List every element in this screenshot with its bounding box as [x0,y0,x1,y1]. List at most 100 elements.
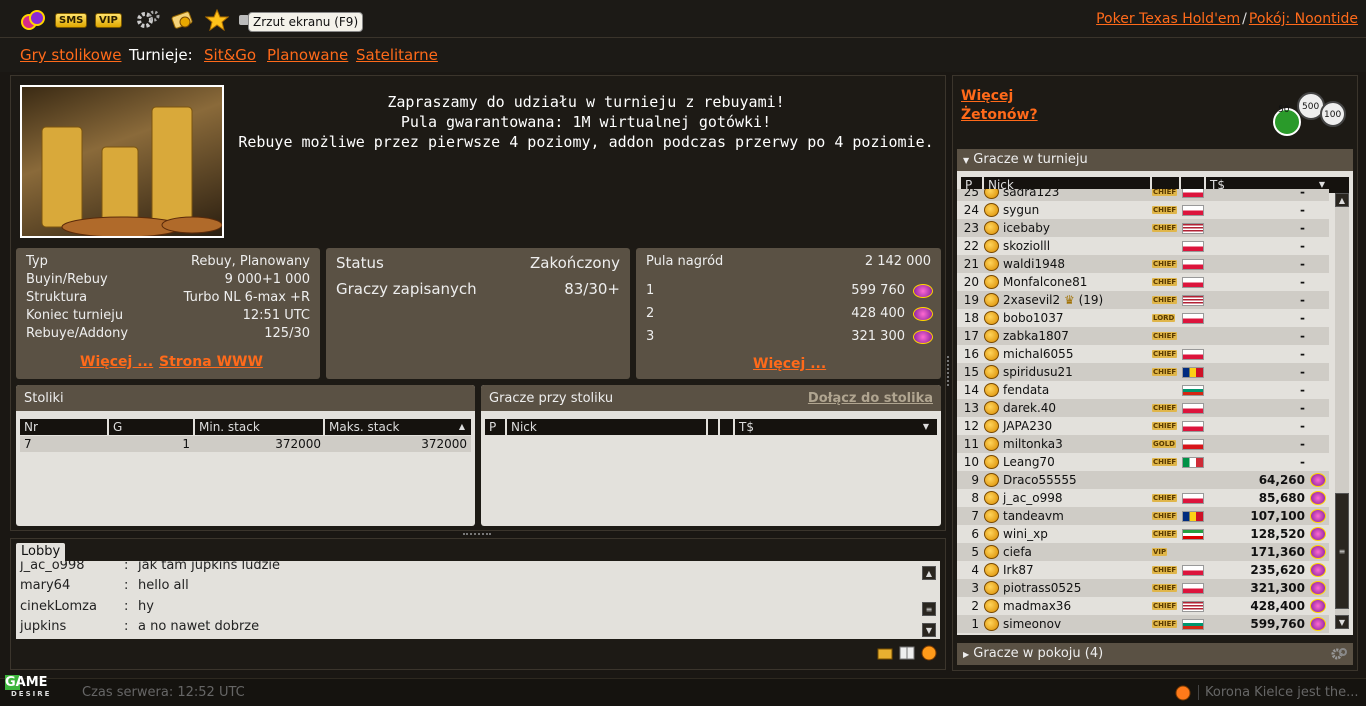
nav-sitgo[interactable]: Sit&Go [204,46,256,64]
nav-satelitarne[interactable]: Satelitarne [356,46,438,64]
player-row[interactable]: 1 simeonov CHIEF 599,760 [957,615,1329,633]
player-row[interactable]: 6 wini_xp CHIEF 128,520 [957,525,1329,543]
player-row[interactable]: 17 zabka1807 CHIEF - [957,327,1329,345]
chat-nick[interactable]: j_ac_o998 [20,561,124,573]
player-nick[interactable]: Leang70 [1003,453,1055,471]
player-row[interactable]: 16 michal6055 CHIEF - [957,345,1329,363]
tp-col-flag[interactable] [720,419,735,435]
player-nick[interactable]: sadra123 [1003,189,1059,201]
chat-scroll-up[interactable]: ▲ [922,566,936,580]
lobby-tab[interactable]: Lobby [16,543,66,561]
join-table-link[interactable]: Dołącz do stolika [808,391,933,406]
player-nick[interactable]: michal6055 [1003,345,1073,363]
player-nick[interactable]: j_ac_o998 [1003,489,1063,507]
player-nick[interactable]: wini_xp [1003,525,1048,543]
news-icon[interactable] [1175,685,1191,701]
money-icon[interactable] [170,9,196,31]
chat-scroll-down[interactable]: ▼ [922,623,936,637]
player-row[interactable]: 19 2xasevil2 ♛ (19) CHIEF - [957,291,1329,309]
players-scroll-thumb[interactable]: ≡ [1335,493,1349,609]
vip-icon[interactable]: VIP [95,9,122,31]
table-row[interactable]: 7 1 372000 372000 [20,436,471,452]
more-chips-link[interactable]: Więcej Żetonów? [961,87,1038,125]
players-scrollbar[interactable]: ▲ ≡ ▼ [1335,193,1349,629]
player-row[interactable]: 11 miltonka3 GOLD - [957,435,1329,453]
player-nick[interactable]: skoziolll [1003,237,1050,255]
chat-nick[interactable]: mary64 [20,578,124,593]
player-nick[interactable]: waldi1948 [1003,255,1065,273]
player-row[interactable]: 21 waldi1948 CHIEF - [957,255,1329,273]
player-row[interactable]: 8 j_ac_o998 CHIEF 85,680 [957,489,1329,507]
player-nick[interactable]: zabka1807 [1003,327,1069,345]
tp-col-nick[interactable]: Nick [507,419,708,435]
news-ticker[interactable]: Korona Kielce jest the... [1198,685,1359,700]
player-nick[interactable]: piotrass0525 [1003,579,1081,597]
player-nick[interactable]: madmax36 [1003,597,1071,615]
player-row[interactable]: 7 tandeavm CHIEF 107,100 [957,507,1329,525]
player-nick[interactable]: darek.40 [1003,399,1056,417]
breadcrumb-game-link[interactable]: Poker Texas Hold'em [1096,11,1240,27]
tables-col-g[interactable]: G [109,419,195,435]
player-nick[interactable]: JAPA230 [1003,417,1052,435]
tp-col-ts[interactable]: T$ ▼ [735,419,937,435]
side-resize-grip[interactable] [947,356,950,386]
tables-col-nr[interactable]: Nr [20,419,109,435]
info-more-link[interactable]: Więcej ... [80,354,153,370]
player-row[interactable]: 5 ciefa VIP 171,360 [957,543,1329,561]
players-section-header[interactable]: ▼ Gracze w turnieju [957,149,1353,171]
tp-col-p[interactable]: P [485,419,507,435]
prizes-more-link[interactable]: Więcej ... [753,356,826,372]
player-row[interactable]: 4 Irk87 CHIEF 235,620 [957,561,1329,579]
player-nick[interactable]: tandeavm [1003,507,1064,525]
player-nick[interactable]: fendata [1003,381,1049,399]
game-desire-logo[interactable]: GAME DESIRE [5,675,70,705]
player-row[interactable]: 14 fendata - [957,381,1329,399]
player-row[interactable]: 12 JAPA230 CHIEF - [957,417,1329,435]
tp-col-rank[interactable] [708,419,720,435]
tables-col-min[interactable]: Min. stack [195,419,325,435]
nav-planowane[interactable]: Planowane [267,46,348,64]
emoticon-icon[interactable] [921,645,937,661]
gear-icon[interactable] [1331,648,1347,660]
player-nick[interactable]: bobo1037 [1003,309,1063,327]
player-row[interactable]: 2 madmax36 CHIEF 428,400 [957,597,1329,615]
player-nick[interactable]: 2xasevil2 ♛ (19) [1003,291,1103,309]
breadcrumb-room-link[interactable]: Pokój: Noontide [1249,11,1358,27]
book-icon[interactable] [899,645,915,661]
player-row[interactable]: 13 darek.40 CHIEF - [957,399,1329,417]
player-nick[interactable]: Draco55555 [1003,471,1077,489]
chips-icon[interactable] [20,9,46,31]
room-players-header[interactable]: ▶ Gracze w pokoju (4) [957,643,1353,665]
player-nick[interactable]: miltonka3 [1003,435,1063,453]
folder-icon[interactable] [877,645,893,661]
player-row[interactable]: 9 Draco55555 64,260 [957,471,1329,489]
chat-nick[interactable]: cinekLomza [20,599,124,614]
nav-gry-stolikowe[interactable]: Gry stolikowe [20,46,121,64]
player-nick[interactable]: spiridusu21 [1003,363,1073,381]
player-row[interactable]: 20 Monfalcone81 CHIEF - [957,273,1329,291]
player-row[interactable]: 10 Leang70 CHIEF - [957,453,1329,471]
resize-grip[interactable] [463,533,491,536]
star-icon[interactable] [205,9,229,31]
tables-col-max[interactable]: Maks. stack ▲ [325,419,471,435]
players-scroll-down[interactable]: ▼ [1335,615,1349,629]
player-nick[interactable]: Irk87 [1003,561,1034,579]
player-row[interactable]: 24 sygun CHIEF - [957,201,1329,219]
sms-icon[interactable]: SMS [55,9,88,31]
www-link[interactable]: Strona WWW [159,354,263,370]
player-row[interactable]: 25 sadra123 CHIEF - [957,189,1329,201]
player-row[interactable]: 3 piotrass0525 CHIEF 321,300 [957,579,1329,597]
player-row[interactable]: 18 bobo1037 LORD - [957,309,1329,327]
player-row[interactable]: 15 spiridusu21 CHIEF - [957,363,1329,381]
player-row[interactable]: 23 icebaby CHIEF - [957,219,1329,237]
player-nick[interactable]: sygun [1003,201,1039,219]
chat-nick[interactable]: jupkins [20,619,124,634]
player-nick[interactable]: simeonov [1003,615,1061,633]
player-nick[interactable]: Monfalcone81 [1003,273,1087,291]
gear-icon[interactable] [135,9,161,31]
players-scroll-up[interactable]: ▲ [1335,193,1349,207]
player-row[interactable]: 22 skoziolll - [957,237,1329,255]
chat-scroll-thumb[interactable]: ≡ [922,602,936,616]
player-nick[interactable]: ciefa [1003,543,1032,561]
player-nick[interactable]: icebaby [1003,219,1050,237]
